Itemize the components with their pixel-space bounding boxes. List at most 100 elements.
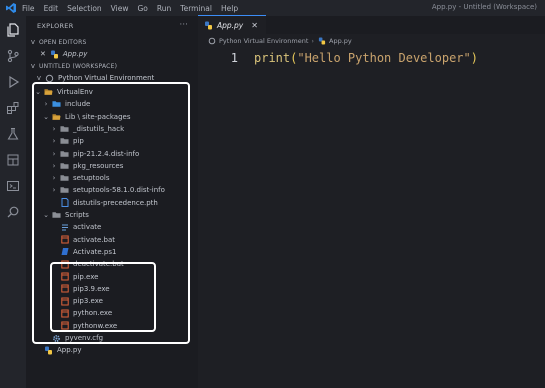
menu-item-go[interactable]: Go [137,4,147,13]
tree-item[interactable]: pythonw.exe [26,320,117,332]
tree-item[interactable]: pip3.9.exe [26,283,110,295]
chevron-down-icon[interactable]: ⌄ [34,88,42,96]
open-editors-section[interactable]: v OPEN EDITORS [26,36,86,48]
chevron-down-icon[interactable]: ⌄ [42,113,50,121]
tree-item[interactable]: ⌄ VirtualEnv [26,86,93,98]
open-editor-item[interactable]: ✕ App.py [26,48,87,60]
tab-app-py[interactable]: App.py ✕ [198,15,266,34]
tree-item[interactable]: App.py [26,344,82,356]
chevron-right-icon[interactable]: › [42,100,50,108]
tab-bar: App.py ✕ [198,15,545,34]
python-file-icon [50,50,59,59]
code-string: "Hello Python Developer" [297,51,471,65]
tree-item[interactable]: ⌄ Scripts [26,209,89,221]
folder-icon [60,186,69,195]
close-icon[interactable]: ✕ [40,50,46,58]
tree-item-label: Scripts [65,211,89,219]
chevron-down-icon: v [36,74,42,82]
tree-item[interactable]: pip.exe [26,271,98,283]
remote-icon[interactable] [5,152,21,168]
chevron-right-icon[interactable]: › [50,137,58,145]
title-bar: File Edit Selection View Go Run Terminal Help A… [0,0,545,16]
workspace-section[interactable]: v UNTITLED (WORKSPACE) [26,60,117,72]
files-icon[interactable] [5,22,21,38]
chevron-right-icon[interactable]: › [50,186,58,194]
root-label: Python Virtual Environment [58,74,155,82]
tree-item[interactable]: deactivate.bat [26,258,124,270]
line-number: 1 [230,51,238,65]
folder-icon [60,137,69,146]
chevron-right-icon[interactable]: › [50,162,58,170]
run-debug-icon[interactable] [5,74,21,90]
tree-item[interactable]: › setuptools [26,172,110,184]
extensions-icon[interactable] [5,100,21,116]
search-icon[interactable] [5,204,21,220]
breadcrumb-root[interactable]: Python Virtual Environment [219,37,308,45]
python-file-icon [204,21,213,30]
chevron-down-icon: v [30,38,36,46]
folder-include-icon [52,100,61,109]
source-control-icon[interactable] [5,48,21,64]
menu-item-edit[interactable]: Edit [44,4,59,13]
tree-item[interactable]: distutils-precedence.pth [26,197,158,209]
tree-item[interactable]: Activate.ps1 [26,246,116,258]
tree-item[interactable]: pyvenv.cfg [26,332,103,344]
breadcrumb-file[interactable]: App.py [329,37,352,45]
tree-item-label: pyvenv.cfg [65,334,104,342]
tree-item[interactable]: › _distutils_hack [26,123,125,135]
folder-icon [60,149,69,158]
folder-icon [60,174,69,183]
python-file-icon [44,346,53,355]
tree-item[interactable]: › pip [26,135,84,147]
vscode-logo-icon[interactable] [4,1,18,15]
chevron-down-icon[interactable]: ⌄ [42,211,50,219]
folder-icon [60,161,69,170]
menu-item-help[interactable]: Help [221,4,238,13]
menu-item-selection[interactable]: Selection [67,4,102,13]
tree-item[interactable]: activate [26,221,101,233]
tree-item-label: setuptools-58.1.0.dist-info [73,186,165,195]
chevron-right-icon[interactable]: › [50,125,58,133]
workspace-root[interactable]: v Python Virtual Environment [26,72,154,84]
code-function: print [254,51,291,65]
tree-item-label: Lib \ site-packages [65,112,131,121]
tree-item-label: _distutils_hack [73,124,125,133]
menu-item-terminal[interactable]: Terminal [180,4,212,13]
tree-item[interactable]: › pip-21.2.4.dist-info [26,148,140,160]
testing-icon[interactable] [5,126,21,142]
tree-item-label: VirtualEnv [57,88,93,96]
close-icon[interactable]: ✕ [251,21,258,30]
executable-file-icon [60,297,69,306]
powershell-file-icon [60,247,69,256]
chevron-down-icon: v [30,62,36,70]
chevron-right-icon[interactable]: › [50,174,58,182]
menu-item-run[interactable]: Run [157,4,171,13]
tree-item[interactable]: › pkg_resources [26,160,124,172]
editor-area: App.py ✕ Python Virtual Environment › Ap… [198,15,545,388]
more-actions-icon[interactable]: ··· [179,20,188,30]
executable-file-icon [60,309,69,318]
code-line[interactable]: 1 print("Hello Python Developer") [198,49,478,67]
tree-item[interactable]: activate.bat [26,234,115,246]
tree-item[interactable]: ⌄ Lib \ site-packages [26,111,130,123]
activity-bar [0,16,26,388]
menu-item-file[interactable]: File [22,4,35,13]
menu-item-view[interactable]: View [111,4,129,13]
workspace-label: UNTITLED (WORKSPACE) [39,62,118,70]
open-editors-label: OPEN EDITORS [39,38,87,46]
tree-item[interactable]: python.exe [26,307,112,319]
folder-open-icon [44,88,53,97]
tree-item[interactable]: pip3.exe [26,295,103,307]
folder-open-icon [52,112,61,121]
terminal-icon[interactable] [5,178,21,194]
chevron-right-icon[interactable]: › [50,150,58,158]
tree-item[interactable]: › setuptools-58.1.0.dist-info [26,184,165,196]
chevron-right-icon: › [311,36,315,45]
tree-item-label: activate [73,223,102,232]
tree-item[interactable]: › include [26,98,91,110]
config-file-icon [52,334,61,343]
breadcrumb: Python Virtual Environment › App.py [198,34,545,47]
explorer-title: EXPLORER [37,22,74,30]
executable-file-icon [60,260,69,269]
tree-item-label: pythonw.exe [73,321,118,330]
